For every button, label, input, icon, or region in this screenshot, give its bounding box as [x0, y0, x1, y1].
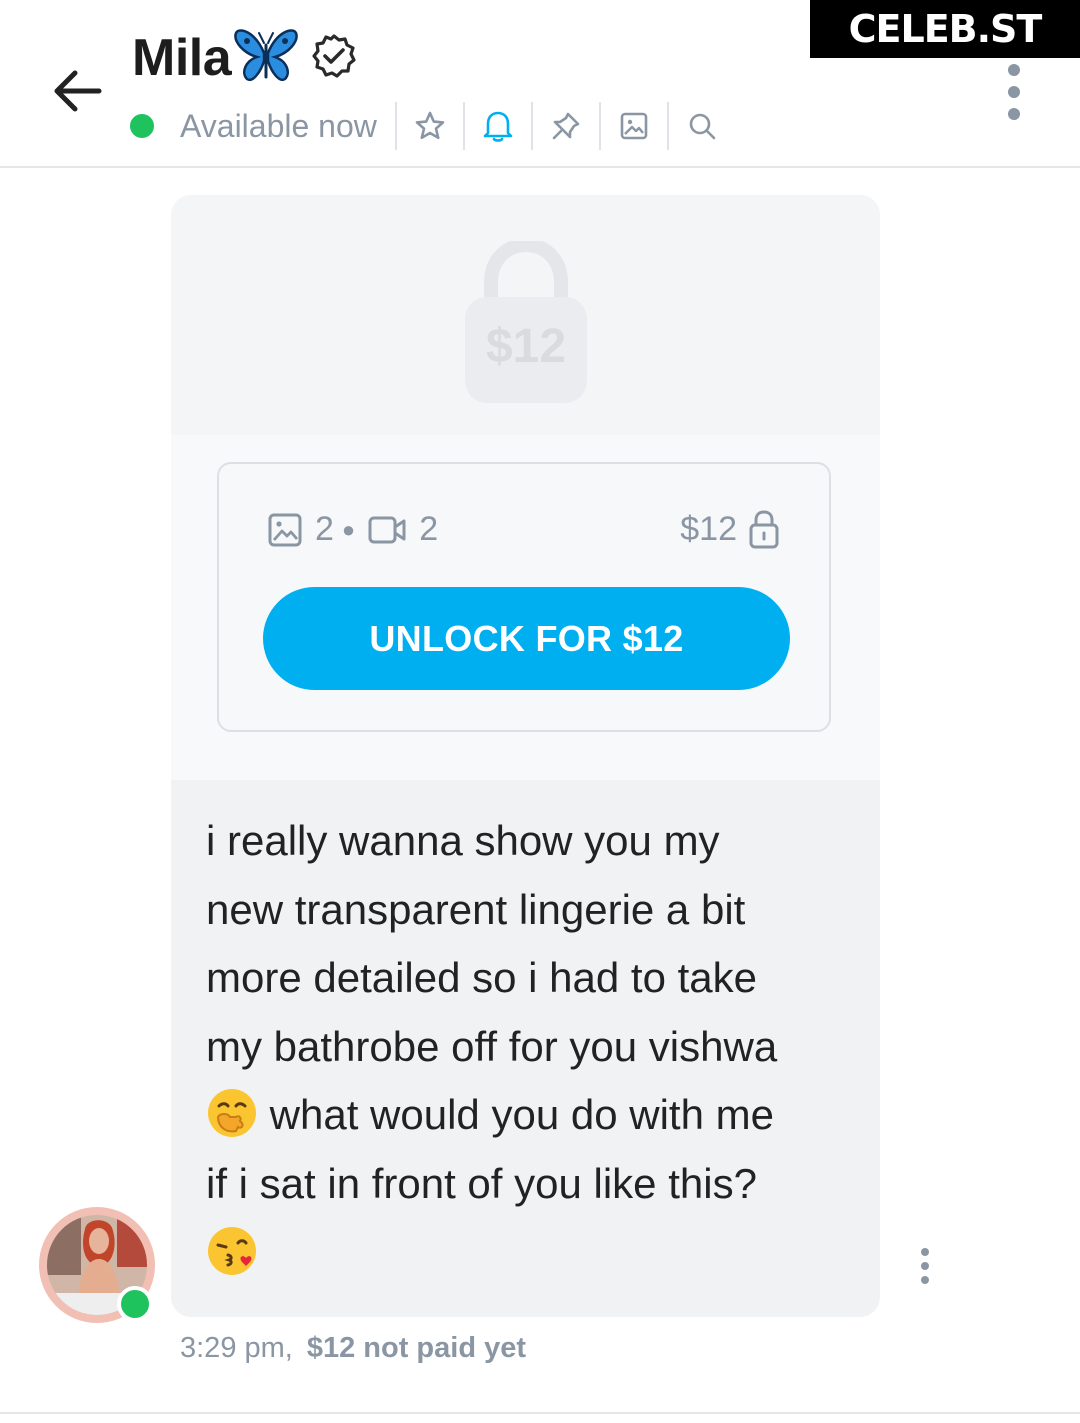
video-icon — [368, 516, 406, 543]
count-separator: ● — [341, 516, 356, 542]
butterfly-emoji-icon — [233, 27, 299, 90]
verified-badge-icon — [311, 33, 357, 84]
arrow-left-icon — [54, 70, 102, 112]
pin-button[interactable] — [533, 102, 599, 150]
contact-name[interactable]: Mila — [132, 28, 232, 88]
image-icon — [620, 112, 648, 140]
more-dot — [921, 1276, 929, 1284]
gallery-button[interactable] — [601, 102, 667, 150]
online-indicator — [130, 114, 154, 138]
message-line-with-emoji: what would you do with me — [206, 1081, 856, 1150]
online-indicator — [117, 1286, 153, 1322]
more-dot — [921, 1248, 929, 1256]
search-icon — [689, 113, 716, 140]
more-dot — [921, 1262, 929, 1270]
message-text: i really wanna show you my new transpare… — [206, 807, 856, 1287]
status-toolbar: Available now — [130, 100, 735, 152]
message-options-button[interactable] — [914, 1248, 936, 1284]
bottom-divider — [0, 1412, 1080, 1414]
message-line: my bathrobe off for you vishwa — [206, 1022, 778, 1070]
message-line-with-emoji — [206, 1219, 856, 1288]
contact-name-row[interactable]: Mila — [132, 28, 357, 88]
image-icon — [268, 513, 302, 546]
message-line: i really wanna show you my — [206, 817, 720, 864]
kissing-face-emoji-icon — [208, 1226, 256, 1275]
message-time: 3:29 pm, — [180, 1332, 293, 1364]
header-divider — [0, 166, 1080, 168]
hand-over-mouth-emoji-icon — [208, 1089, 256, 1138]
back-button[interactable] — [46, 60, 108, 122]
message-line: what would you do with me — [269, 1091, 774, 1139]
favorite-button[interactable] — [397, 102, 463, 150]
message-meta: 3:29 pm, $12 not paid yet — [180, 1332, 526, 1365]
star-icon — [415, 111, 445, 140]
media-count: 2 ● 2 — [267, 510, 446, 549]
video-count: 2 — [419, 510, 439, 548]
pin-icon — [552, 112, 580, 140]
price-tag: $12 — [680, 508, 781, 550]
unlock-button[interactable]: UNLOCK FOR $12 — [263, 587, 790, 690]
lock-price: $12 — [485, 320, 567, 373]
unlock-card: 2 ● 2 $12 UNLOCK FOR $12 — [217, 462, 831, 732]
message-line: new transparent lingerie a bit — [206, 885, 746, 933]
bell-icon — [483, 111, 513, 142]
watermark-logo: CELEB.ST — [810, 0, 1080, 58]
payment-status: $12 not paid yet — [306, 1332, 527, 1364]
message-line: if i sat in front of you like this? — [206, 1159, 757, 1207]
notifications-button[interactable] — [465, 102, 531, 150]
message-line: more detailed so i had to take — [206, 954, 758, 1002]
padlock-icon — [749, 510, 779, 549]
image-count: 2 — [315, 510, 334, 548]
more-dot — [1008, 64, 1020, 76]
more-options-button[interactable] — [996, 64, 1032, 120]
price-value: $12 — [680, 509, 737, 548]
availability-status: Available now — [180, 107, 377, 144]
more-dot — [1008, 108, 1020, 120]
locked-media-preview[interactable]: $12 2 ● 2 $12 UNLOCK FOR $12 — [171, 195, 880, 780]
search-button[interactable] — [669, 102, 735, 150]
message-bubble: $12 2 ● 2 $12 UNLOCK FOR $12 i really wa… — [171, 195, 880, 1317]
more-dot — [1008, 86, 1020, 98]
